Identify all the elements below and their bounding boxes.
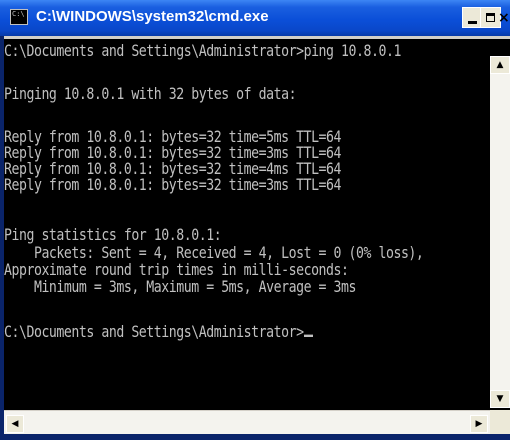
prompt-text: C:\Documents and Settings\Administrator> xyxy=(4,323,304,342)
console-line: C:\Documents and Settings\Administrator>… xyxy=(4,44,401,61)
console-line: Minimum = 3ms, Maximum = 5ms, Average = … xyxy=(4,278,357,297)
console-output[interactable]: C:\Documents and Settings\Administrator>… xyxy=(4,44,484,408)
scroll-left-button[interactable]: ◀ xyxy=(6,415,24,433)
maximize-icon xyxy=(486,13,495,22)
cmd-icon-label: C:\ xyxy=(12,10,25,18)
prompt-line: C:\Documents and Settings\Administrator> xyxy=(4,323,313,342)
horizontal-scrollbar[interactable]: ◀ ▶ xyxy=(4,410,490,434)
window-title: C:\WINDOWS\system32\cmd.exe xyxy=(36,8,269,25)
scrollbar-corner xyxy=(490,410,510,434)
console-line: Pinging 10.8.0.1 with 32 bytes of data: xyxy=(4,85,297,104)
window-border xyxy=(0,434,510,440)
cmd-window: C:\ C:\WINDOWS\system32\cmd.exe × C:\Doc… xyxy=(0,0,510,440)
close-icon: × xyxy=(498,9,510,26)
vertical-scrollbar[interactable]: ▲ ▼ xyxy=(490,56,510,408)
text-cursor xyxy=(303,334,313,337)
title-bar[interactable]: C:\ C:\WINDOWS\system32\cmd.exe × xyxy=(0,0,510,36)
close-button[interactable]: × xyxy=(498,7,510,28)
minimize-icon xyxy=(468,21,477,24)
console-line: Packets: Sent = 4, Received = 4, Lost = … xyxy=(4,244,424,263)
scroll-down-button[interactable]: ▼ xyxy=(490,390,510,408)
scroll-right-button[interactable]: ▶ xyxy=(470,415,488,433)
cmd-icon[interactable]: C:\ xyxy=(10,9,28,25)
console-line: Approximate round trip times in milli-se… xyxy=(4,261,349,280)
arrow-left-icon: ◀ xyxy=(11,419,19,429)
console-line: Ping statistics for 10.8.0.1: xyxy=(4,226,222,245)
arrow-up-icon: ▲ xyxy=(496,60,504,70)
arrow-right-icon: ▶ xyxy=(475,419,483,429)
arrow-down-icon: ▼ xyxy=(496,394,504,404)
console-line: Reply from 10.8.0.1: bytes=32 time=3ms T… xyxy=(4,176,342,195)
scroll-up-button[interactable]: ▲ xyxy=(490,56,510,74)
